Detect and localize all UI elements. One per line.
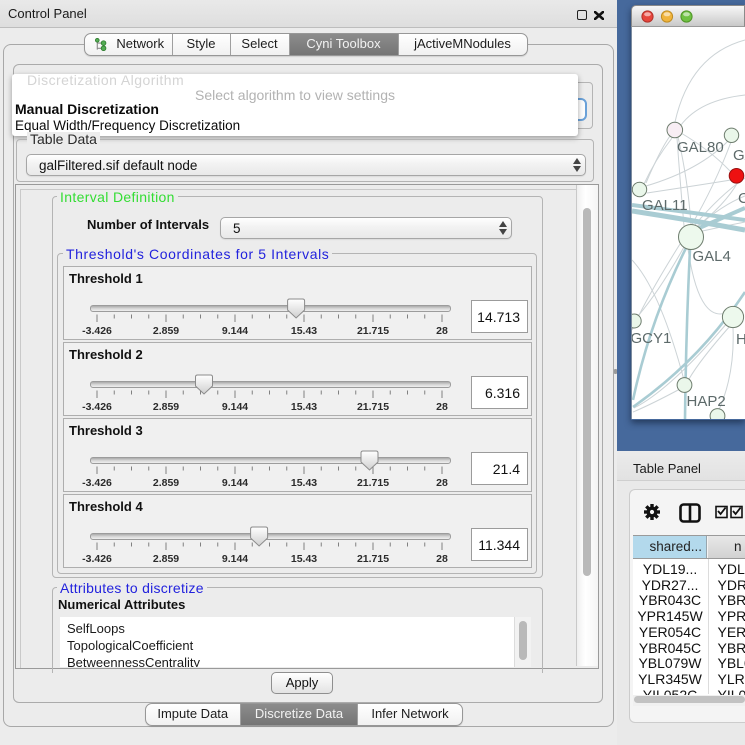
svg-text:GA: GA: [733, 147, 745, 164]
svg-text:H: H: [736, 331, 745, 348]
svg-text:C: C: [738, 190, 745, 207]
svg-text:GCY1: GCY1: [632, 330, 671, 347]
svg-text:GAL11: GAL11: [642, 197, 688, 214]
svg-text:GAL4: GAL4: [693, 248, 731, 265]
svg-text:HAP2: HAP2: [687, 393, 726, 410]
svg-text:GAL80: GAL80: [677, 139, 724, 156]
